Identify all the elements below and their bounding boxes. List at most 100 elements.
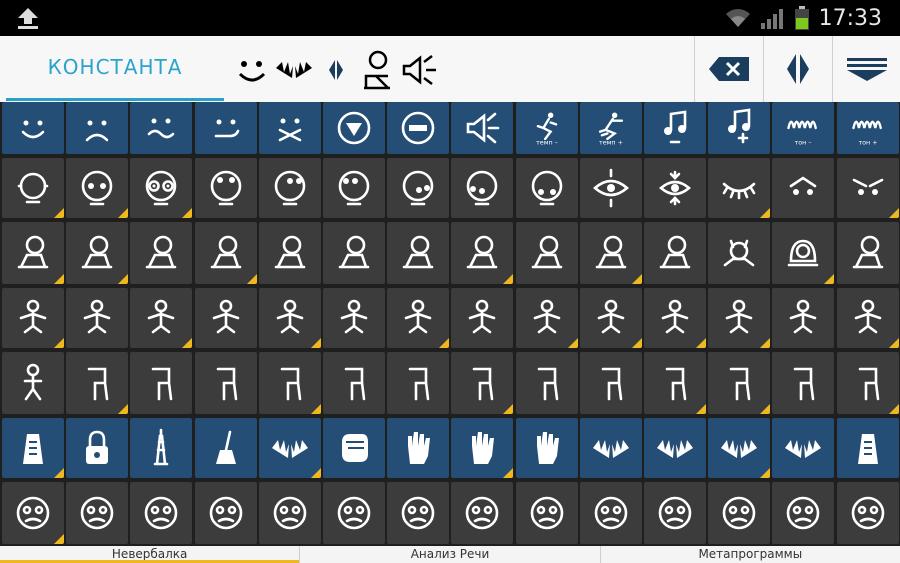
- tab-nonverbal[interactable]: Невербалка: [0, 546, 300, 563]
- symbol-cell[interactable]: [130, 352, 193, 414]
- symbol-cell[interactable]: [515, 158, 578, 218]
- symbol-cell[interactable]: [323, 418, 385, 478]
- symbol-cell[interactable]: [2, 158, 64, 218]
- symbol-cell[interactable]: [772, 418, 835, 478]
- symbol-cell[interactable]: [2, 482, 64, 544]
- symbol-cell[interactable]: [66, 288, 129, 348]
- symbol-cell[interactable]: [515, 222, 578, 284]
- symbol-cell[interactable]: [451, 482, 514, 544]
- symbol-cell[interactable]: [644, 158, 706, 218]
- symbol-cell[interactable]: темп +: [579, 102, 642, 154]
- symbol-cell[interactable]: [130, 482, 193, 544]
- symbol-cell[interactable]: [2, 222, 64, 284]
- constant-tab[interactable]: КОНСТАНТА: [6, 36, 224, 101]
- symbol-cell[interactable]: [579, 158, 642, 218]
- symbol-cell[interactable]: [130, 102, 193, 154]
- symbol-cell[interactable]: [258, 352, 321, 414]
- symbol-cell[interactable]: [451, 158, 514, 218]
- symbol-cell[interactable]: [387, 222, 450, 284]
- symbol-cell[interactable]: [708, 352, 771, 414]
- symbol-cell[interactable]: [2, 418, 64, 478]
- symbol-cell[interactable]: [708, 482, 771, 544]
- symbol-cell[interactable]: [258, 222, 321, 284]
- hands-icon[interactable]: [274, 50, 314, 90]
- symbol-cell[interactable]: [579, 482, 642, 544]
- symbol-cell[interactable]: [451, 418, 514, 478]
- symbol-cell[interactable]: [579, 418, 642, 478]
- symbol-cell[interactable]: [644, 102, 706, 154]
- symbol-cell[interactable]: [387, 102, 450, 154]
- symbol-cell[interactable]: [708, 158, 771, 218]
- symbol-cell[interactable]: [579, 222, 642, 284]
- symbol-cell[interactable]: [323, 158, 385, 218]
- symbol-cell[interactable]: [258, 418, 321, 478]
- symbol-cell[interactable]: [2, 102, 64, 154]
- symbol-cell[interactable]: [836, 418, 899, 478]
- symbol-cell[interactable]: [66, 418, 129, 478]
- symbol-cell[interactable]: [387, 352, 450, 414]
- tab-metaprograms[interactable]: Метапрограммы: [599, 546, 900, 563]
- person-thinking-icon[interactable]: [360, 50, 396, 90]
- symbol-cell[interactable]: [708, 222, 771, 284]
- symbol-cell[interactable]: [451, 352, 514, 414]
- symbol-cell[interactable]: [515, 288, 578, 348]
- symbol-cell[interactable]: [323, 482, 385, 544]
- symbol-cell[interactable]: [772, 158, 835, 218]
- symbol-cell[interactable]: [194, 102, 257, 154]
- symbol-cell[interactable]: [194, 158, 257, 218]
- symbol-cell[interactable]: [836, 158, 899, 218]
- diamond-split-icon[interactable]: [328, 50, 344, 90]
- symbol-cell[interactable]: [258, 288, 321, 348]
- symbol-cell[interactable]: [836, 222, 899, 284]
- symbol-cell[interactable]: [2, 288, 64, 348]
- symbol-cell[interactable]: [130, 222, 193, 284]
- speaker-icon[interactable]: [400, 50, 440, 90]
- symbol-cell[interactable]: [258, 158, 321, 218]
- symbol-cell[interactable]: [258, 102, 321, 154]
- symbol-cell[interactable]: тон +: [836, 102, 899, 154]
- tab-speech-analysis[interactable]: Анализ Речи: [299, 546, 599, 563]
- smile-face-icon[interactable]: [235, 50, 269, 90]
- keyboard-hide-button[interactable]: [832, 36, 900, 102]
- symbol-cell[interactable]: [644, 418, 706, 478]
- split-button[interactable]: [763, 36, 832, 102]
- symbol-cell[interactable]: [66, 222, 129, 284]
- symbol-cell[interactable]: [323, 102, 385, 154]
- symbol-cell[interactable]: [387, 288, 450, 348]
- symbol-cell[interactable]: [515, 352, 578, 414]
- symbol-cell[interactable]: [130, 288, 193, 348]
- symbol-cell[interactable]: темп –: [515, 102, 578, 154]
- symbol-cell[interactable]: [772, 222, 835, 284]
- symbol-cell[interactable]: [194, 352, 257, 414]
- symbol-cell[interactable]: [451, 102, 514, 154]
- symbol-cell[interactable]: [66, 482, 129, 544]
- symbol-cell[interactable]: [515, 418, 578, 478]
- backspace-button[interactable]: [694, 36, 763, 102]
- symbol-cell[interactable]: [66, 158, 129, 218]
- symbol-cell[interactable]: [323, 352, 385, 414]
- symbol-cell[interactable]: [387, 158, 450, 218]
- symbol-cell[interactable]: [451, 288, 514, 348]
- symbol-cell[interactable]: [644, 482, 706, 544]
- symbol-cell[interactable]: [644, 352, 706, 414]
- symbol-cell[interactable]: [772, 288, 835, 348]
- symbol-cell[interactable]: [258, 482, 321, 544]
- symbol-cell[interactable]: [194, 418, 257, 478]
- symbol-cell[interactable]: [387, 482, 450, 544]
- symbol-cell[interactable]: [66, 102, 129, 154]
- symbol-cell[interactable]: [836, 288, 899, 348]
- symbol-cell[interactable]: [708, 288, 771, 348]
- symbol-cell[interactable]: [2, 352, 64, 414]
- symbol-cell[interactable]: [194, 482, 257, 544]
- symbol-cell[interactable]: [194, 222, 257, 284]
- symbol-cell[interactable]: [323, 222, 385, 284]
- symbol-cell[interactable]: [708, 418, 771, 478]
- symbol-cell[interactable]: [130, 158, 193, 218]
- symbol-cell[interactable]: [708, 102, 771, 154]
- symbol-cell[interactable]: тон –: [772, 102, 835, 154]
- symbol-cell[interactable]: [836, 352, 899, 414]
- symbol-cell[interactable]: [387, 418, 450, 478]
- symbol-cell[interactable]: [66, 352, 129, 414]
- symbol-cell[interactable]: [130, 418, 193, 478]
- symbol-cell[interactable]: [644, 288, 706, 348]
